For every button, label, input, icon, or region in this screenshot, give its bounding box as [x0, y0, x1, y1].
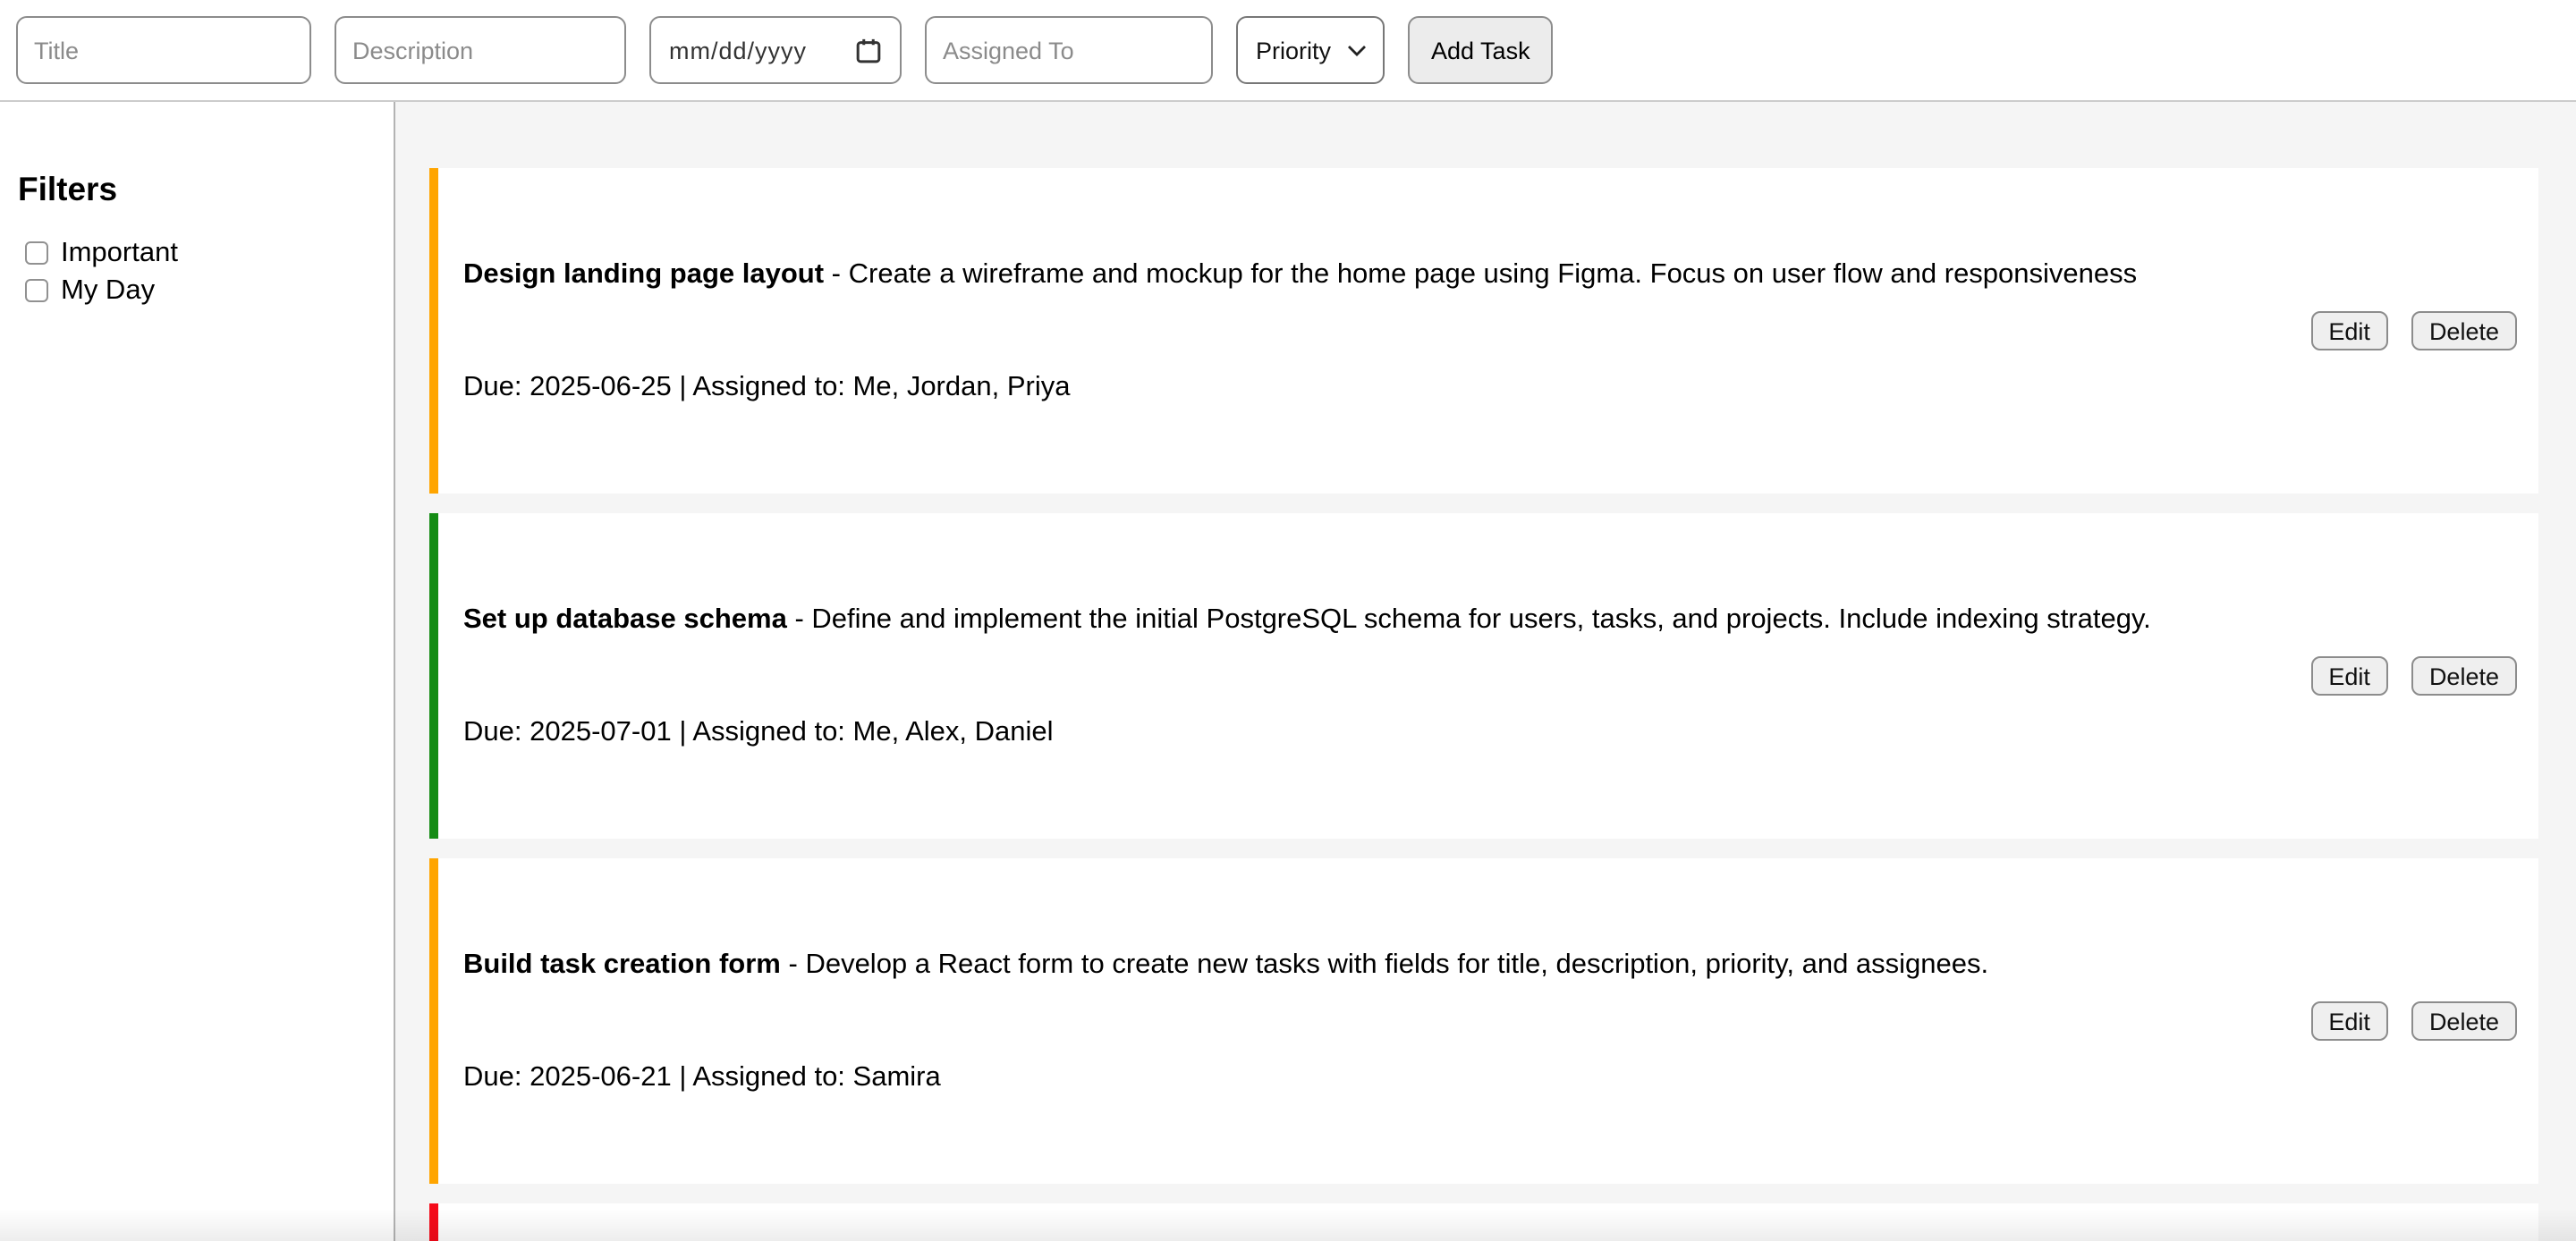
title-separator: -	[781, 950, 806, 980]
meta-separator: |	[672, 717, 693, 747]
assigned-label: Assigned to:	[692, 372, 852, 402]
priority-color-bar	[429, 168, 438, 494]
due-date: 2025-06-21	[530, 1062, 672, 1093]
priority-select[interactable]: Priority	[1236, 16, 1385, 84]
date-placeholder: mm/dd/yyyy	[669, 37, 807, 63]
meta-separator: |	[672, 1062, 693, 1093]
due-label: Due:	[463, 1062, 530, 1093]
filter-my-day[interactable]: My Day	[18, 272, 376, 309]
assigned-label: Assigned to:	[692, 1062, 852, 1093]
task-title: Build task creation form	[463, 950, 781, 980]
title-input[interactable]	[16, 16, 311, 84]
due-label: Due:	[463, 717, 530, 747]
task-title-line: Set up database schema - Define and impl…	[463, 601, 2151, 638]
add-task-button[interactable]: Add Task	[1408, 16, 1554, 84]
delete-button[interactable]: Delete	[2411, 1001, 2517, 1041]
filter-my-day-label: My Day	[61, 274, 155, 307]
task-card: Implement user authentication - Set up a…	[429, 1203, 2538, 1241]
meta-separator: |	[672, 372, 693, 402]
task-title: Set up database schema	[463, 604, 787, 635]
assigned-label: Assigned to:	[692, 717, 852, 747]
task-description: Develop a React form to create new tasks…	[805, 950, 1988, 980]
task-actions: Edit Delete	[2282, 656, 2517, 696]
assignees: Me, Jordan, Priya	[853, 372, 1071, 402]
task-description: Create a wireframe and mockup for the ho…	[849, 259, 2138, 290]
due-label: Due:	[463, 372, 530, 402]
priority-color-bar	[429, 1203, 438, 1241]
due-date-input[interactable]: mm/dd/yyyy	[649, 16, 902, 84]
due-date: 2025-06-25	[530, 372, 672, 402]
chevron-down-icon	[1347, 44, 1367, 56]
delete-button[interactable]: Delete	[2411, 656, 2517, 696]
description-input[interactable]	[335, 16, 626, 84]
task-description: Define and implement the initial Postgre…	[811, 604, 2150, 635]
task-title-line: Build task creation form - Develop a Rea…	[463, 946, 1988, 984]
assignees: Samira	[853, 1062, 941, 1093]
filters-heading: Filters	[18, 170, 376, 209]
assignees: Me, Alex, Daniel	[853, 717, 1054, 747]
toolbar: mm/dd/yyyy Priority Add Task	[0, 0, 2576, 102]
title-separator: -	[787, 604, 812, 635]
task-card: Design landing page layout - Create a wi…	[429, 168, 2538, 494]
task-meta: Due: 2025-06-25 | Assigned to: Me, Jorda…	[463, 368, 2137, 406]
task-title: Design landing page layout	[463, 259, 824, 290]
edit-button[interactable]: Edit	[2310, 311, 2388, 350]
edit-button[interactable]: Edit	[2310, 1001, 2388, 1041]
task-text: Implement user authentication - Set up a…	[463, 1216, 1924, 1241]
task-meta: Due: 2025-07-01 | Assigned to: Me, Alex,…	[463, 713, 2151, 751]
task-title-line: Design landing page layout - Create a wi…	[463, 256, 2137, 293]
task-meta: Due: 2025-06-21 | Assigned to: Samira	[463, 1059, 1988, 1096]
edit-button[interactable]: Edit	[2310, 656, 2388, 696]
main-panel: Design landing page layout - Create a wi…	[395, 102, 2576, 1241]
assigned-to-input[interactable]	[925, 16, 1213, 84]
content: Filters Important My Day Design landing …	[0, 102, 2576, 1241]
filter-important[interactable]: Important	[18, 234, 376, 272]
calendar-icon[interactable]	[855, 37, 882, 63]
task-text: Build task creation form - Develop a Rea…	[463, 871, 1988, 1171]
my-day-checkbox[interactable]	[25, 279, 48, 302]
priority-select-value: Priority	[1256, 37, 1331, 63]
priority-color-bar	[429, 858, 438, 1184]
filter-important-label: Important	[61, 237, 178, 269]
priority-color-bar	[429, 513, 438, 839]
important-checkbox[interactable]	[25, 241, 48, 265]
app: mm/dd/yyyy Priority Add Task Filter	[0, 0, 2576, 1241]
task-text: Design landing page layout - Create a wi…	[463, 181, 2137, 481]
task-card: Set up database schema - Define and impl…	[429, 513, 2538, 839]
sidebar: Filters Important My Day	[0, 102, 395, 1241]
task-actions: Edit Delete	[2282, 311, 2517, 350]
task-card: Build task creation form - Develop a Rea…	[429, 858, 2538, 1184]
task-actions: Edit Delete	[2282, 1001, 2517, 1041]
due-date: 2025-07-01	[530, 717, 672, 747]
title-separator: -	[824, 259, 849, 290]
delete-button[interactable]: Delete	[2411, 311, 2517, 350]
task-text: Set up database schema - Define and impl…	[463, 526, 2151, 826]
